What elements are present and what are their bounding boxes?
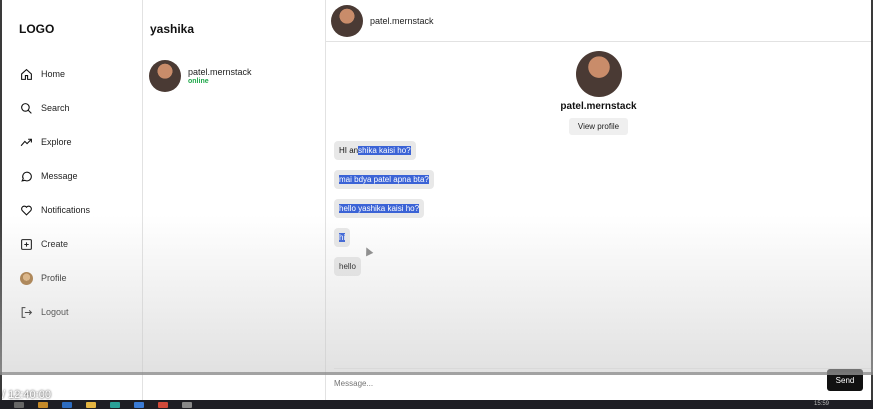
selected-text: mai bdya patel apna bta? — [339, 175, 429, 184]
plus-square-icon — [19, 237, 33, 251]
sidebar-item-label: Logout — [41, 307, 69, 317]
app-icon[interactable] — [110, 401, 120, 408]
sidebar-item-label: Notifications — [41, 205, 91, 215]
profile-name: patel.mernstack — [560, 101, 637, 112]
logo: LOGO — [19, 22, 55, 36]
list-item: hi — [334, 227, 434, 256]
chat-header: patel.mernstack — [326, 0, 871, 42]
heart-icon — [19, 203, 33, 217]
sidebar-item-label: Create — [41, 239, 69, 249]
sidebar-item-message[interactable]: Message — [19, 167, 90, 185]
app-icon[interactable] — [62, 401, 72, 408]
chat-bubble-icon — [19, 169, 33, 183]
logout-icon — [19, 305, 33, 319]
list-item: hello — [334, 256, 434, 285]
sidebar-item-label: Home — [41, 69, 66, 79]
message-bubble[interactable]: HI anshika kaisi ho? — [334, 141, 416, 160]
start-icon[interactable] — [14, 401, 24, 408]
message-input[interactable] — [334, 375, 804, 391]
sidebar-item-label: Message — [41, 171, 78, 181]
conversation-list: yashika patel.mernstack online — [143, 0, 326, 400]
conversation-name: patel.mernstack — [188, 67, 252, 77]
avatar[interactable] — [331, 4, 363, 37]
sidebar-item-label: Explore — [41, 137, 72, 147]
message-bubble[interactable]: hello — [334, 257, 361, 276]
sidebar-item-profile[interactable]: Profile — [19, 269, 90, 287]
video-progress-bar[interactable] — [0, 372, 873, 375]
view-profile-button[interactable]: View profile — [568, 118, 629, 135]
sidebar-item-search[interactable]: Search — [19, 99, 90, 117]
home-icon — [19, 67, 33, 81]
app-window: LOGO Home Search Explore Message Notific… — [0, 0, 873, 400]
app-icon[interactable] — [182, 401, 192, 408]
app-icon[interactable] — [134, 401, 144, 408]
sidebar-nav: Home Search Explore Message Notification… — [19, 65, 90, 337]
avatar — [149, 60, 181, 92]
selected-text: hi — [339, 233, 346, 242]
message-bubble[interactable]: hello yashika kaisi ho? — [334, 199, 425, 218]
sidebar-item-logout[interactable]: Logout — [19, 303, 90, 321]
taskbar-clock: 15:59 — [813, 401, 829, 407]
sidebar: LOGO Home Search Explore Message Notific… — [2, 0, 143, 400]
sidebar-item-notifications[interactable]: Notifications — [19, 201, 90, 219]
search-icon — [19, 101, 33, 115]
profile-avatar — [575, 51, 622, 97]
message-list: HI anshika kaisi ho? mai bdya patel apna… — [334, 140, 434, 285]
profile-card: patel.mernstack View profile — [326, 51, 871, 135]
message-bubble[interactable]: hi — [334, 228, 351, 247]
sidebar-item-home[interactable]: Home — [19, 65, 90, 83]
app-icon[interactable] — [38, 401, 48, 408]
conversation-list-title: yashika — [150, 22, 195, 36]
browser-icon[interactable] — [158, 401, 168, 408]
selected-text: hello yashika kaisi ho? — [339, 204, 420, 213]
conversation-item[interactable]: patel.mernstack online — [149, 60, 252, 92]
list-item: HI anshika kaisi ho? — [334, 140, 434, 169]
sidebar-item-explore[interactable]: Explore — [19, 133, 90, 151]
message-text: HI an — [339, 146, 359, 155]
online-status: online — [188, 78, 209, 85]
sidebar-item-label: Search — [41, 103, 70, 113]
list-item: hello yashika kaisi ho? — [334, 198, 434, 227]
avatar — [19, 271, 33, 285]
selected-text: shika kaisi ho? — [358, 146, 411, 155]
os-taskbar: 15:59 — [0, 400, 873, 409]
message-text: hello — [339, 262, 356, 271]
sidebar-item-label: Profile — [41, 273, 67, 283]
chat-panel: patel.mernstack patel.mernstack View pro… — [326, 0, 871, 400]
chat-header-name[interactable]: patel.mernstack — [370, 16, 434, 26]
list-item: mai bdya patel apna bta? — [334, 169, 434, 198]
sidebar-item-create[interactable]: Create — [19, 235, 90, 253]
message-bubble[interactable]: mai bdya patel apna bta? — [334, 170, 434, 189]
folder-icon[interactable] — [86, 401, 96, 408]
trending-icon — [19, 135, 33, 149]
